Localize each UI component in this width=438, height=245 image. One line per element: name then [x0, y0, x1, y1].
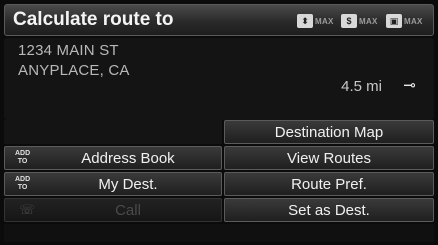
toll-mode: $ MAX — [341, 13, 378, 29]
view-routes-button[interactable]: View Routes — [224, 146, 434, 170]
address-book-label: Address Book — [81, 149, 175, 167]
add-to-badge: ADD TO — [15, 150, 31, 165]
set-as-dest-button[interactable]: Set as Dest. — [224, 198, 434, 222]
route-pref-button[interactable]: Route Pref. — [224, 172, 434, 196]
key-icon: ⊸ — [403, 77, 416, 94]
address-book-button[interactable]: ADD TO Address Book — [4, 146, 222, 170]
my-dest-label: My Dest. — [98, 175, 158, 193]
call-button[interactable]: ☏ Call — [4, 198, 222, 222]
destination-city: ANYPLACE, CA — [18, 62, 130, 79]
my-dest-button[interactable]: ADD TO My Dest. — [4, 172, 222, 196]
title-bar: Calculate route to ⬍ MAX $ MAX ▣ MAX — [4, 4, 434, 36]
destination-map-button[interactable]: Destination Map — [224, 120, 434, 144]
traffic-icon: ⬍ — [297, 14, 313, 28]
call-label: Call — [115, 201, 141, 219]
lock-icon: ▣ — [386, 14, 402, 28]
distance-readout: 4.5 mi — [341, 78, 382, 95]
traffic-mode-label: MAX — [315, 16, 334, 26]
phone-icon: ☏ — [19, 202, 36, 217]
route-screen: Calculate route to ⬍ MAX $ MAX ▣ MAX 123… — [0, 0, 438, 245]
page-title: Calculate route to — [13, 9, 174, 30]
ferry-mode: ▣ MAX — [386, 13, 423, 29]
destination-street: 1234 MAIN ST — [18, 42, 119, 59]
bottom-strip — [4, 224, 434, 242]
empty-cell — [4, 120, 222, 144]
ferry-mode-label: MAX — [404, 16, 423, 26]
dollar-icon: $ — [341, 14, 357, 28]
add-to-badge: ADD TO — [15, 176, 31, 191]
toll-mode-label: MAX — [359, 16, 378, 26]
traffic-mode: ⬍ MAX — [297, 13, 334, 29]
